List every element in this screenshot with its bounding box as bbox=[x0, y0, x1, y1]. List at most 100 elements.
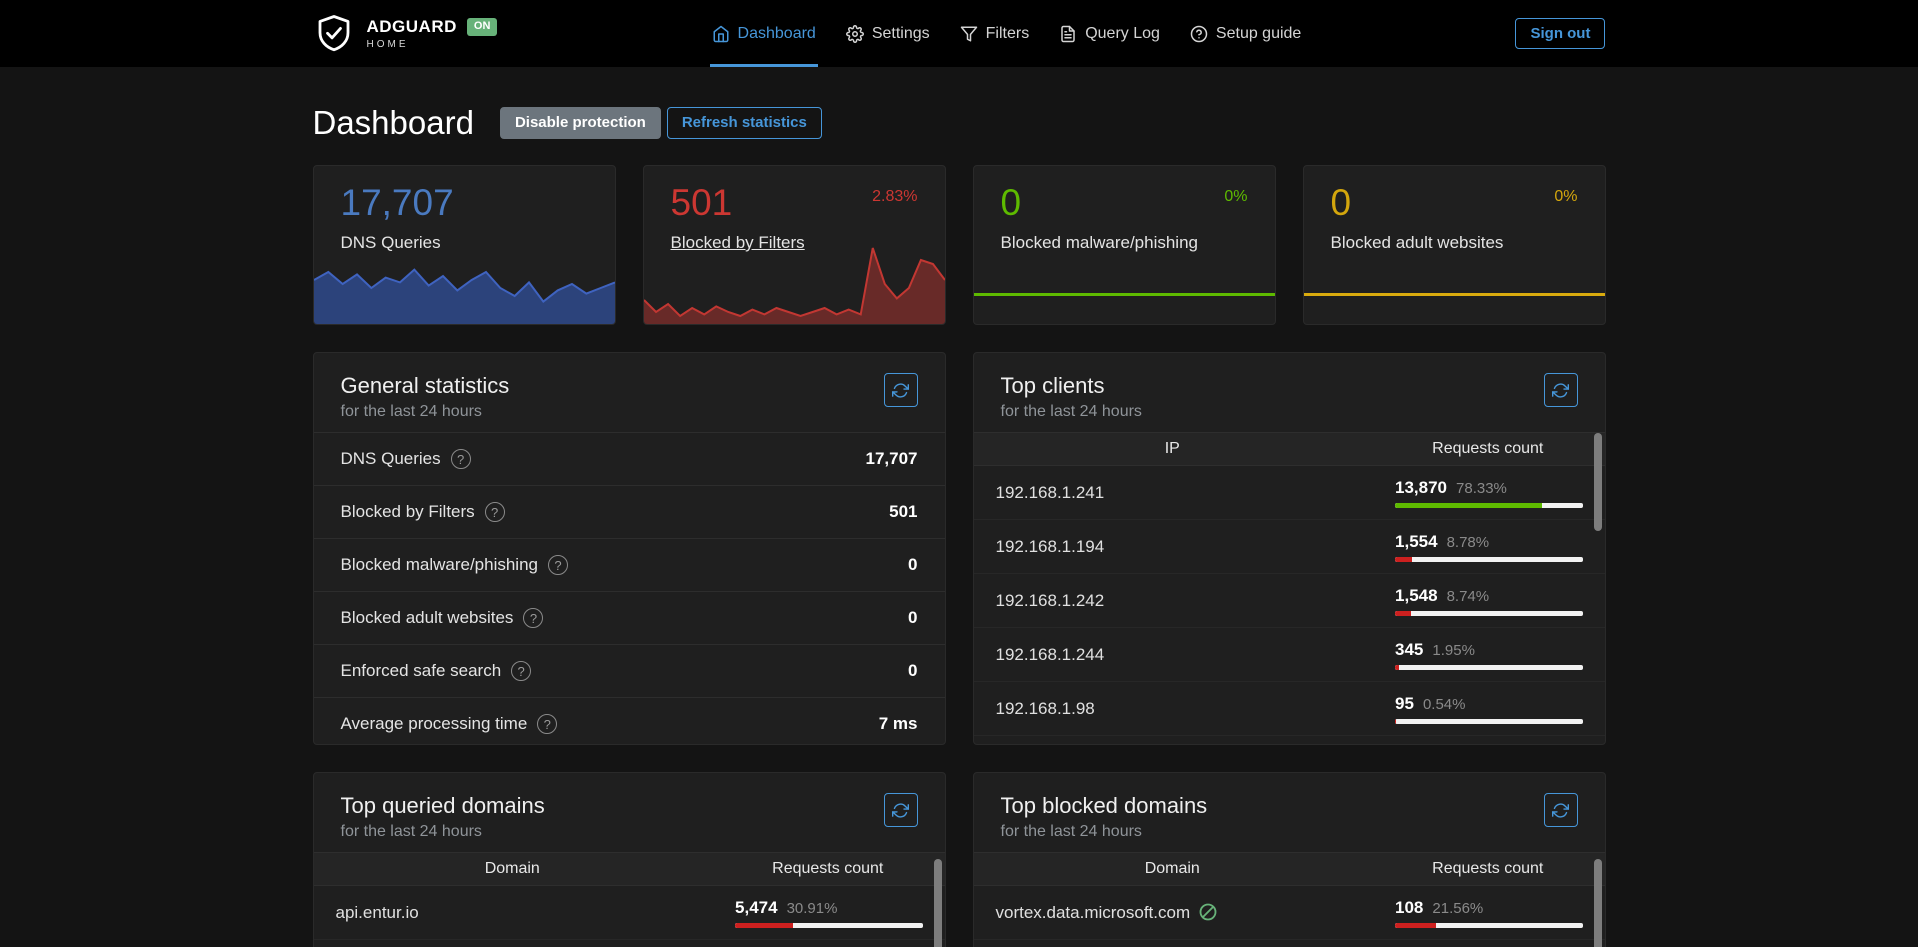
progress-bar bbox=[1395, 611, 1583, 616]
nav-item-query-log[interactable]: Query Log bbox=[1057, 0, 1162, 67]
request-count: 95 bbox=[1395, 694, 1414, 714]
nav-item-filters[interactable]: Filters bbox=[958, 0, 1032, 67]
nav-label: Settings bbox=[872, 25, 930, 43]
client-ip: 192.168.1.241 bbox=[974, 466, 1372, 520]
blocked-status-icon bbox=[1198, 902, 1218, 922]
stat-card-blocked-malware: 0 0% Blocked malware/phishing bbox=[973, 165, 1276, 325]
sign-out-button[interactable]: Sign out bbox=[1515, 18, 1605, 49]
refresh-statistics-button[interactable]: Refresh statistics bbox=[667, 107, 822, 138]
stat-row-label: DNS Queries bbox=[341, 449, 441, 469]
stat-row-label: Blocked by Filters bbox=[341, 502, 475, 522]
request-percent: 0.54% bbox=[1423, 696, 1466, 713]
help-icon[interactable]: ? bbox=[451, 449, 471, 469]
nav-label: Dashboard bbox=[738, 25, 816, 43]
refresh-button[interactable] bbox=[884, 373, 918, 407]
nav-label: Filters bbox=[986, 25, 1030, 43]
request-percent: 8.74% bbox=[1447, 588, 1490, 605]
card-title: Top clients bbox=[1001, 373, 1142, 399]
column-header-requests: Requests count bbox=[711, 853, 944, 886]
client-ip: 192.168.1.242 bbox=[974, 574, 1372, 628]
refresh-icon bbox=[1552, 802, 1569, 819]
stat-cards-row: 17,707 DNS Queries 501 2.83% Blocked by … bbox=[313, 165, 1606, 325]
request-count: 13,870 bbox=[1395, 478, 1447, 498]
request-percent: 1.95% bbox=[1432, 642, 1475, 659]
scrollbar-thumb[interactable] bbox=[1594, 859, 1602, 947]
card-subtitle: for the last 24 hours bbox=[341, 823, 545, 841]
blocked-malware-value: 0 bbox=[1001, 184, 1022, 223]
column-header-requests: Requests count bbox=[1371, 433, 1604, 466]
top-queried-domains-table: Domain Requests count api.entur.io 5,474… bbox=[314, 852, 945, 940]
scrollbar-thumb[interactable] bbox=[934, 859, 942, 947]
request-count: 5,474 bbox=[735, 898, 778, 918]
help-icon[interactable]: ? bbox=[523, 608, 543, 628]
request-percent: 21.56% bbox=[1432, 900, 1483, 917]
blocked-malware-zero-line bbox=[974, 293, 1275, 296]
help-icon[interactable]: ? bbox=[485, 502, 505, 522]
request-count: 1,554 bbox=[1395, 532, 1438, 552]
refresh-icon bbox=[1552, 382, 1569, 399]
stat-row-dns-queries: DNS Queries? 17,707 bbox=[314, 432, 945, 485]
nav-item-setup-guide[interactable]: Setup guide bbox=[1188, 0, 1303, 67]
nav-item-dashboard[interactable]: Dashboard bbox=[710, 0, 818, 67]
brand[interactable]: ADGUARD ON HOME bbox=[313, 13, 498, 55]
request-count: 1,548 bbox=[1395, 586, 1438, 606]
card-title: Top blocked domains bbox=[1001, 793, 1208, 819]
column-header-domain: Domain bbox=[974, 853, 1372, 886]
nav-item-settings[interactable]: Settings bbox=[844, 0, 932, 67]
table-row: vortex.data.microsoft.com 10821.56% bbox=[974, 886, 1605, 940]
help-icon[interactable]: ? bbox=[548, 555, 568, 575]
help-icon[interactable]: ? bbox=[511, 661, 531, 681]
refresh-button[interactable] bbox=[884, 793, 918, 827]
stat-row-safe-search: Enforced safe search? 0 bbox=[314, 644, 945, 697]
stat-row-value: 0 bbox=[908, 661, 917, 681]
gear-icon bbox=[846, 25, 864, 43]
top-clients-table: IP Requests count 192.168.1.241 13,87078… bbox=[974, 432, 1605, 736]
nav-label: Setup guide bbox=[1216, 25, 1301, 43]
stat-row-label: Enforced safe search bbox=[341, 661, 502, 681]
scrollbar-thumb[interactable] bbox=[1594, 433, 1602, 531]
stat-card-blocked-by-filters: 501 2.83% Blocked by Filters bbox=[643, 165, 946, 325]
blocked-filters-percent: 2.83% bbox=[872, 188, 917, 206]
general-statistics-card: General statistics for the last 24 hours… bbox=[313, 352, 946, 745]
table-row: 192.168.1.244 345 1.95% bbox=[974, 628, 1605, 682]
table-row: api.entur.io 5,474 30.91% bbox=[314, 886, 945, 940]
document-icon bbox=[1059, 25, 1077, 43]
request-percent: 8.78% bbox=[1447, 534, 1490, 551]
request-percent: 30.91% bbox=[787, 900, 838, 917]
help-icon[interactable]: ? bbox=[537, 714, 557, 734]
refresh-button[interactable] bbox=[1544, 793, 1578, 827]
stat-card-dns-queries: 17,707 DNS Queries bbox=[313, 165, 616, 325]
blocked-adult-percent: 0% bbox=[1554, 188, 1577, 206]
stat-row-value: 0 bbox=[908, 608, 917, 628]
top-blocked-domains-card: Top blocked domains for the last 24 hour… bbox=[973, 772, 1606, 947]
domain-name: api.entur.io bbox=[314, 886, 712, 940]
navbar: ADGUARD ON HOME Dashboard Settings Filte… bbox=[0, 0, 1918, 67]
refresh-icon bbox=[892, 802, 909, 819]
progress-bar bbox=[1395, 665, 1583, 670]
stat-row-label: Average processing time bbox=[341, 714, 528, 734]
client-ip: 192.168.1.244 bbox=[974, 628, 1372, 682]
card-subtitle: for the last 24 hours bbox=[1001, 403, 1142, 421]
card-subtitle: for the last 24 hours bbox=[341, 403, 510, 421]
refresh-button[interactable] bbox=[1544, 373, 1578, 407]
table-row: 192.168.1.98 950.54% bbox=[974, 682, 1605, 736]
stat-row-value: 0 bbox=[908, 555, 917, 575]
top-queried-domains-card: Top queried domains for the last 24 hour… bbox=[313, 772, 946, 947]
adguard-logo-icon bbox=[313, 13, 355, 55]
table-row: 192.168.1.242 1,548 8.74% bbox=[974, 574, 1605, 628]
table-row: 192.168.1.241 13,87078.33% bbox=[974, 466, 1605, 520]
main-nav: Dashboard Settings Filters Query Log Set… bbox=[710, 0, 1304, 67]
progress-bar bbox=[1395, 923, 1583, 928]
disable-protection-button[interactable]: Disable protection bbox=[500, 107, 661, 138]
brand-subtitle: HOME bbox=[367, 39, 498, 50]
progress-bar bbox=[1395, 503, 1583, 508]
refresh-icon bbox=[892, 382, 909, 399]
stat-row-label: Blocked adult websites bbox=[341, 608, 514, 628]
progress-bar bbox=[735, 923, 923, 928]
request-count: 345 bbox=[1395, 640, 1423, 660]
stat-row-value: 17,707 bbox=[866, 449, 918, 469]
domain-name: vortex.data.microsoft.com bbox=[996, 903, 1191, 922]
dns-queries-value: 17,707 bbox=[341, 184, 454, 223]
filter-funnel-icon bbox=[960, 25, 978, 43]
card-title: General statistics bbox=[341, 373, 510, 399]
